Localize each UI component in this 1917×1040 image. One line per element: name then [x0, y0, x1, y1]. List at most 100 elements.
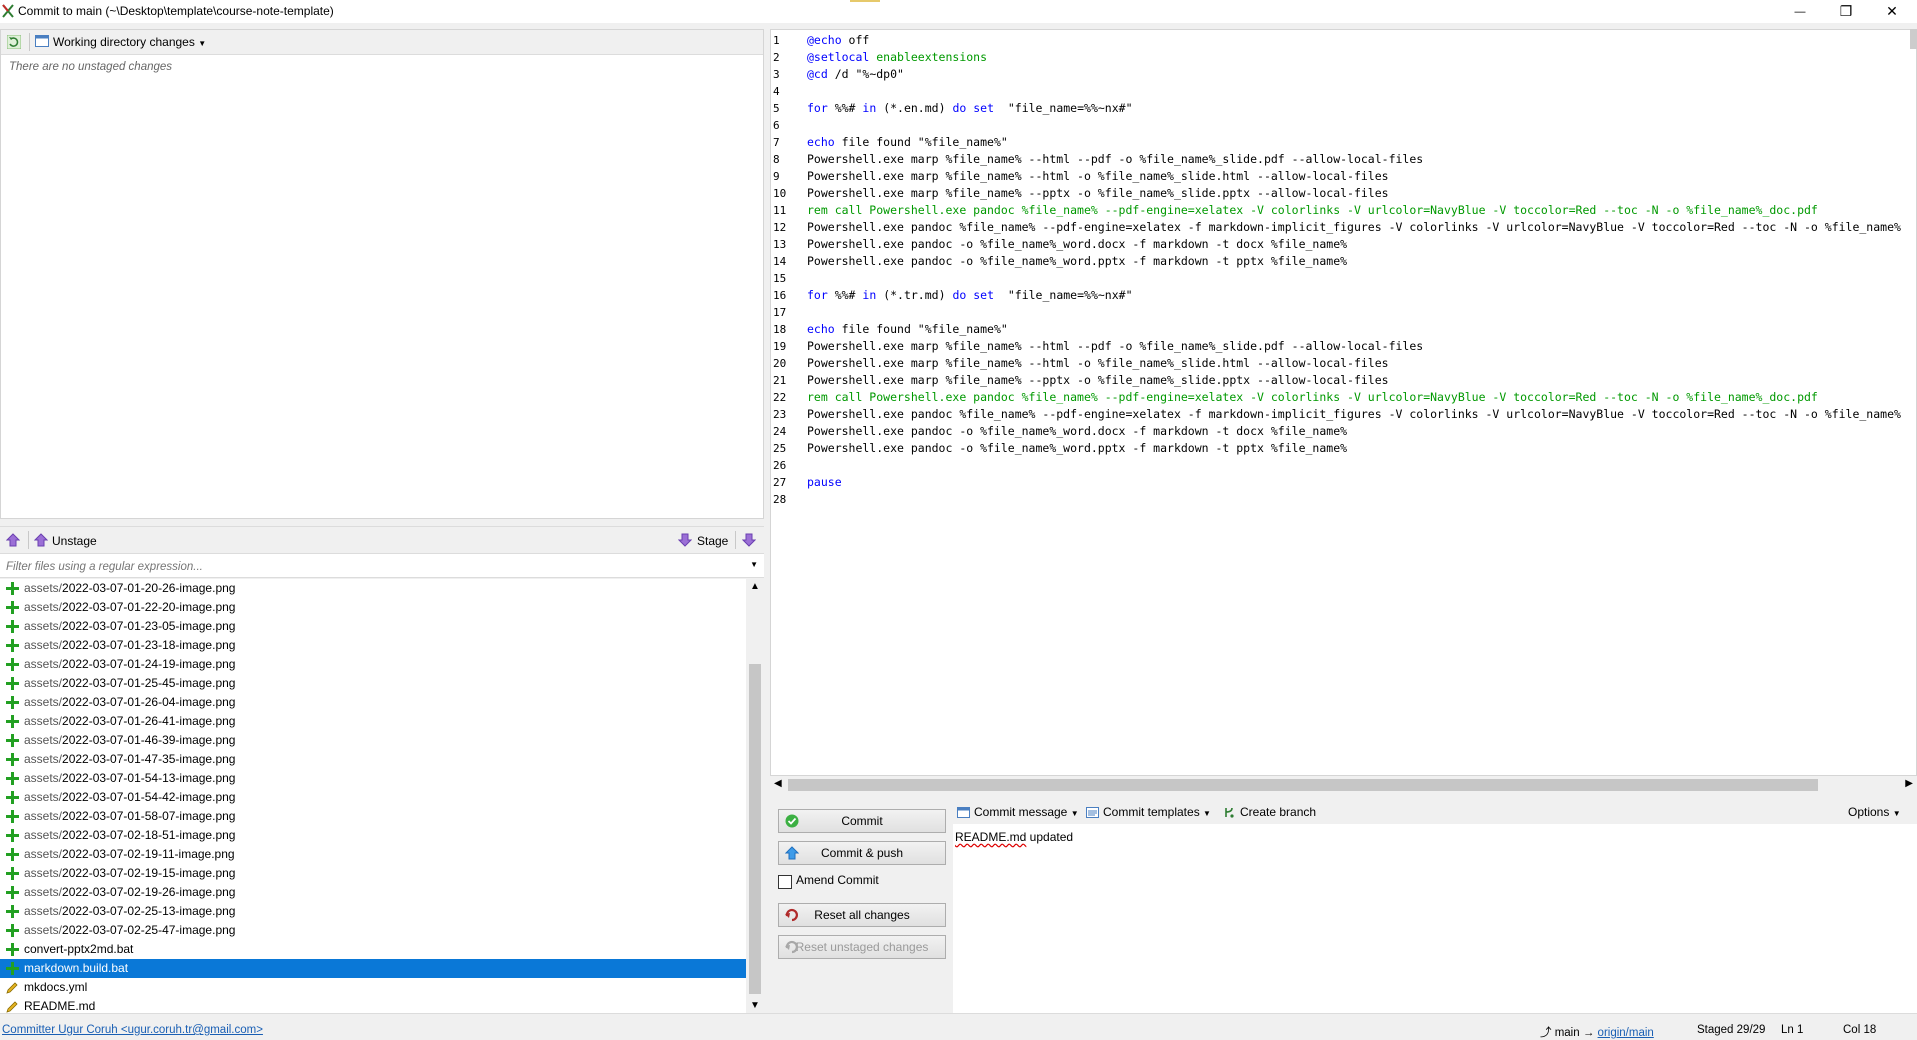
scroll-right-icon[interactable]: ▶ — [1905, 778, 1913, 789]
code-line: Powershell.exe marp %file_name% --pptx -… — [807, 372, 1916, 389]
amend-checkbox-box[interactable] — [778, 875, 792, 889]
committer-link[interactable]: Committer Ugur Coruh <ugur.coruh.tr@gmai… — [2, 1024, 263, 1036]
file-list-scrollbar[interactable]: ▲ ▼ — [746, 579, 764, 1013]
reset-all-button[interactable]: Reset all changes — [778, 903, 946, 927]
commit-message-label: Commit message — [974, 805, 1068, 819]
file-list-item[interactable]: assets/2022-03-07-01-58-07-image.png — [0, 807, 746, 826]
commit-message-input[interactable]: README.md updated — [955, 830, 1073, 844]
file-list-item[interactable]: assets/2022-03-07-02-25-13-image.png — [0, 902, 746, 921]
code-text: Powershell.exe marp %file_name% --html -… — [807, 169, 1389, 183]
file-list-item[interactable]: README.md — [0, 997, 746, 1013]
code-keyword: for — [807, 288, 828, 302]
file-dir: assets/ — [24, 866, 63, 880]
code-text: file found "%file_name%" — [834, 322, 1008, 336]
code-line: Powershell.exe pandoc -o %file_name%_wor… — [807, 236, 1916, 253]
scroll-thumb[interactable] — [749, 664, 761, 994]
file-list-item[interactable]: assets/2022-03-07-01-20-26-image.png — [0, 579, 746, 598]
line-number: 6 — [773, 119, 780, 132]
code-comment: enableextensions — [876, 50, 988, 64]
code-text: off — [841, 33, 870, 47]
file-list-item[interactable]: mkdocs.yml — [0, 978, 746, 997]
code-keyword: set — [973, 101, 995, 115]
commit-message-dropdown[interactable]: Commit message ▼ — [957, 805, 1079, 819]
file-dir: assets/ — [24, 904, 63, 918]
editor-vertical-scrollbar[interactable] — [1910, 29, 1917, 49]
file-list-item[interactable]: assets/2022-03-07-02-19-15-image.png — [0, 864, 746, 883]
commit-push-button[interactable]: Commit & push — [778, 841, 946, 865]
added-file-icon — [6, 962, 19, 975]
code-line: @cd /d "%~dp0" — [807, 66, 1916, 83]
minimize-icon: — — [1794, 5, 1806, 18]
scroll-down-icon[interactable]: ▼ — [750, 1000, 760, 1011]
code-content[interactable]: @echo off @setlocal enableextensions @cd /… — [807, 32, 1916, 508]
code-text: Powershell.exe pandoc %file_name% --pdf-… — [807, 220, 1901, 234]
filter-input[interactable] — [4, 557, 748, 576]
minimize-button[interactable]: — — [1777, 0, 1823, 23]
commit-templates-dropdown[interactable]: Commit templates ▼ — [1086, 805, 1211, 819]
file-list-item[interactable]: assets/2022-03-07-02-19-11-image.png — [0, 845, 746, 864]
stage-bar: Unstage Stage — [0, 526, 764, 554]
commit-button[interactable]: Commit — [778, 809, 946, 833]
options-dropdown[interactable]: Options ▼ — [1848, 805, 1901, 819]
code-keyword: in — [862, 101, 877, 115]
line-number: 13 — [773, 238, 787, 251]
refresh-icon[interactable] — [7, 35, 21, 49]
file-dir: assets/ — [24, 619, 63, 633]
file-list-item[interactable]: assets/2022-03-07-01-54-13-image.png — [0, 769, 746, 788]
file-name: 2022-03-07-01-24-19-image.png — [62, 657, 236, 671]
file-list-item[interactable]: assets/2022-03-07-01-46-39-image.png — [0, 731, 746, 750]
file-list-item[interactable]: assets/2022-03-07-02-25-47-image.png — [0, 921, 746, 940]
unstage-all-icon[interactable] — [6, 533, 20, 547]
editor-horizontal-scrollbar[interactable]: ◀ ▶ — [770, 776, 1917, 794]
scroll-left-icon[interactable]: ◀ — [774, 778, 782, 789]
commit-actions: Commit Commit & push Amend Commit Reset … — [770, 800, 950, 1013]
line-number: 28 — [773, 493, 787, 506]
code-line: Powershell.exe pandoc -o %file_name%_wor… — [807, 423, 1916, 440]
file-list-item[interactable]: assets/2022-03-07-01-22-20-image.png — [0, 598, 746, 617]
line-number: 25 — [773, 442, 787, 455]
commit-message-rest: updated — [1026, 830, 1074, 844]
file-list-item[interactable]: assets/2022-03-07-02-19-26-image.png — [0, 883, 746, 902]
close-button[interactable]: ✕ — [1869, 0, 1915, 23]
diff-editor[interactable]: 1 2 3 4 5 6 7 8 9 10 11 12 13 14 15 16 17 18 19 20 21 22 23 24 2… — [770, 29, 1917, 776]
file-dir: assets/ — [24, 581, 63, 595]
file-list-item[interactable]: assets/2022-03-07-02-18-51-image.png — [0, 826, 746, 845]
file-name: 2022-03-07-01-22-20-image.png — [62, 600, 236, 614]
reset-unstaged-button[interactable]: Reset unstaged changes — [778, 935, 946, 959]
restore-button[interactable]: ❐ — [1823, 0, 1869, 23]
added-file-icon — [6, 867, 19, 880]
code-text: %%# — [827, 288, 863, 302]
file-list-item[interactable]: assets/2022-03-07-01-25-45-image.png — [0, 674, 746, 693]
stage-all-icon[interactable] — [742, 533, 756, 547]
title-accent — [850, 0, 880, 2]
file-list-item[interactable]: assets/2022-03-07-01-23-18-image.png — [0, 636, 746, 655]
working-directory-dropdown[interactable]: Working directory changes ▼ — [53, 35, 206, 49]
file-list-item[interactable]: convert-pptx2md.bat — [0, 940, 746, 959]
file-list-item[interactable]: assets/2022-03-07-01-26-41-image.png — [0, 712, 746, 731]
filter-dropdown-icon[interactable]: ▼ — [750, 560, 758, 569]
code-text: Powershell.exe pandoc -o %file_name%_wor… — [807, 424, 1348, 438]
stage-label: Stage — [697, 534, 729, 548]
file-name: 2022-03-07-01-58-07-image.png — [62, 809, 236, 823]
create-branch-button[interactable]: Create branch — [1223, 805, 1316, 819]
scroll-up-icon[interactable]: ▲ — [750, 581, 760, 592]
code-text: "file_name=%%~nx#" — [994, 288, 1133, 302]
file-list-item[interactable]: assets/2022-03-07-01-54-42-image.png — [0, 788, 746, 807]
file-name: 2022-03-07-01-23-18-image.png — [62, 638, 236, 652]
horizontal-scroll-thumb[interactable] — [788, 779, 1818, 791]
modified-file-icon — [6, 1001, 18, 1013]
line-number: 1 — [773, 34, 780, 47]
remote-branch-link[interactable]: origin/main — [1598, 1027, 1654, 1039]
file-list-item[interactable]: assets/2022-03-07-01-26-04-image.png — [0, 693, 746, 712]
file-list-item[interactable]: assets/2022-03-07-01-23-05-image.png — [0, 617, 746, 636]
file-name: mkdocs.yml — [24, 980, 88, 994]
code-text: "file_name=%%~nx#" — [994, 101, 1133, 115]
file-list-item[interactable]: assets/2022-03-07-01-47-35-image.png — [0, 750, 746, 769]
code-line: Powershell.exe marp %file_name% --pptx -… — [807, 185, 1916, 202]
file-list-item[interactable]: assets/2022-03-07-01-24-19-image.png — [0, 655, 746, 674]
line-number: 8 — [773, 153, 780, 166]
file-name: 2022-03-07-02-18-51-image.png — [62, 828, 236, 842]
file-list-item[interactable]: markdown.build.bat — [0, 959, 746, 978]
